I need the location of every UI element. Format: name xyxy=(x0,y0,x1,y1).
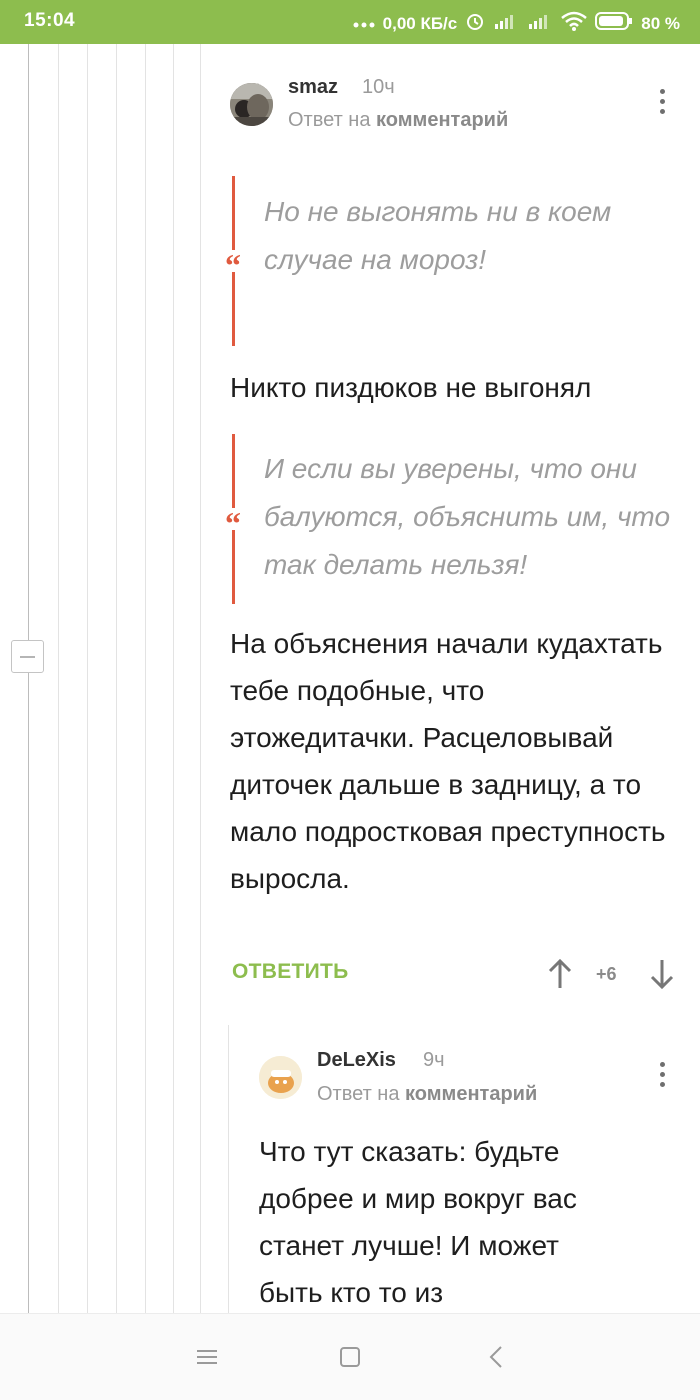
thread-line xyxy=(228,1025,229,1314)
menu-icon[interactable] xyxy=(192,1342,222,1372)
reply-to-link[interactable]: комментарий xyxy=(376,109,508,131)
comment-time: 10ч xyxy=(362,76,395,98)
comment-author[interactable]: DeLeXis xyxy=(317,1049,396,1072)
comment-text: Никто пиздюков не выгонял xyxy=(230,372,592,403)
reply-to: Ответ на комментарий xyxy=(288,109,508,132)
collapse-thread-button[interactable] xyxy=(11,640,44,673)
comment-text: На объяснения начали кудахтать тебе подо… xyxy=(230,628,666,894)
reply-to-prefix: Ответ на xyxy=(288,109,371,131)
comment-author[interactable]: smaz xyxy=(288,76,338,99)
reply-to-link[interactable]: комментарий xyxy=(405,1083,537,1105)
avatar[interactable] xyxy=(230,83,273,126)
reply-to: Ответ на комментарий xyxy=(317,1083,537,1106)
battery-level: 80 % xyxy=(641,13,680,33)
reply-button[interactable]: ОТВЕТИТЬ xyxy=(232,960,349,984)
thread-line xyxy=(173,44,174,1314)
reply-to-prefix: Ответ на xyxy=(317,1083,400,1105)
status-indicators: 0,00 КБ/с 80 % xyxy=(353,11,680,36)
comment-text: Что тут сказать: будьте добрее и мир вок… xyxy=(259,1136,577,1308)
arrow-down-icon[interactable] xyxy=(648,958,676,990)
battery-icon xyxy=(595,11,633,36)
quote-icon: “ xyxy=(222,507,244,539)
home-icon[interactable] xyxy=(335,1342,365,1372)
thread-line xyxy=(58,44,59,1314)
thread-line xyxy=(28,44,29,1314)
quote-text: Но не выгонять ни в коем случае на мороз… xyxy=(264,196,612,275)
more-options-icon[interactable] xyxy=(652,89,672,119)
avatar[interactable] xyxy=(259,1056,302,1099)
thread-line xyxy=(200,44,201,1314)
network-speed: 0,00 КБ/с xyxy=(382,13,458,33)
comment-time: 9ч xyxy=(423,1049,445,1071)
signal-icon xyxy=(493,12,519,35)
thread-line xyxy=(87,44,88,1314)
wifi-icon xyxy=(561,11,588,36)
back-icon[interactable] xyxy=(482,1342,512,1372)
navigation-bar xyxy=(0,1313,700,1400)
arrow-up-icon[interactable] xyxy=(546,958,574,990)
more-options-icon[interactable] xyxy=(652,1062,672,1092)
status-time: 15:04 xyxy=(24,10,76,31)
thread-line xyxy=(145,44,146,1314)
vote-score: +6 xyxy=(596,964,617,984)
thread-line xyxy=(116,44,117,1314)
status-bar: 15:04 0,00 КБ/с 80 % xyxy=(0,0,700,44)
alarm-icon xyxy=(465,11,485,36)
signal-icon xyxy=(527,12,553,35)
quote-icon: “ xyxy=(222,249,244,281)
dots-icon xyxy=(353,14,375,34)
quote-text: И если вы уверены, что они балуются, объ… xyxy=(264,453,671,580)
